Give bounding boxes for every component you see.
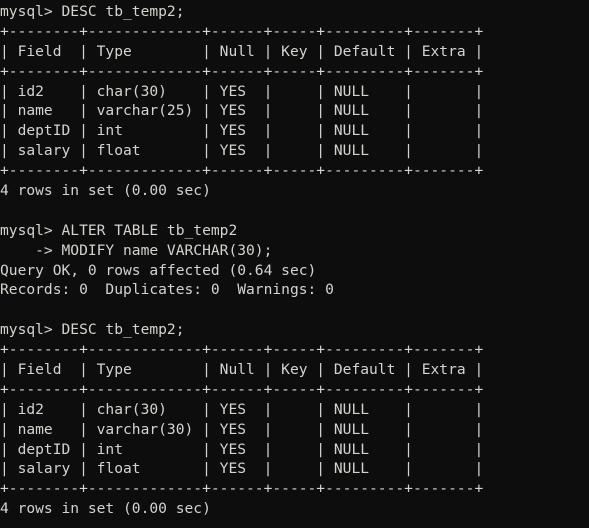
table-row: | salary | float | YES | | NULL | | (0, 460, 484, 478)
table-bottom-rule-1: +--------+-------------+------+-----+---… (0, 162, 484, 180)
table-row: | deptID | int | YES | | NULL | | (0, 122, 484, 140)
table-row: | deptID | int | YES | | NULL | | (0, 440, 484, 458)
command-block-3: mysql> DESC tb_temp2; +--------+--------… (0, 320, 589, 519)
table-top-rule-1: +--------+-------------+------+-----+---… (0, 22, 484, 40)
prompt-line-alter: mysql> ALTER TABLE tb_temp2 (0, 221, 238, 239)
table-row: | name | varchar(30) | YES | | NULL | | (0, 420, 484, 438)
table-row: | salary | float | YES | | NULL | | (0, 142, 484, 160)
table-mid-rule-2: +--------+-------------+------+-----+---… (0, 380, 484, 398)
records-status-line: Records: 0 Duplicates: 0 Warnings: 0 (0, 281, 334, 299)
query-status-line: Query OK, 0 rows affected (0.64 sec) (0, 261, 317, 279)
command-block-2: mysql> ALTER TABLE tb_temp2 -> MODIFY na… (0, 221, 589, 301)
result-summary-2: 4 rows in set (0.00 sec) (0, 500, 211, 518)
mysql-terminal-window[interactable]: mysql> DESC tb_temp2; +--------+--------… (0, 0, 589, 528)
prompt-line-desc-1: mysql> DESC tb_temp2; (0, 3, 185, 20)
table-top-rule-2: +--------+-------------+------+-----+---… (0, 341, 484, 359)
table-header-row-2: | Field | Type | Null | Key | Default | … (0, 361, 484, 379)
continuation-line-modify: -> MODIFY name VARCHAR(30); (0, 241, 273, 259)
command-block-1: mysql> DESC tb_temp2; +--------+--------… (0, 2, 589, 201)
table-bottom-rule-2: +--------+-------------+------+-----+---… (0, 480, 484, 498)
table-row: | id2 | char(30) | YES | | NULL | | (0, 82, 484, 100)
prompt-line-desc-2: mysql> DESC tb_temp2; (0, 321, 185, 339)
result-summary-1: 4 rows in set (0.00 sec) (0, 182, 211, 200)
table-row: | name | varchar(25) | YES | | NULL | | (0, 102, 484, 120)
table-header-row-1: | Field | Type | Null | Key | Default | … (0, 42, 484, 60)
table-mid-rule-1: +--------+-------------+------+-----+---… (0, 62, 484, 80)
table-row: | id2 | char(30) | YES | | NULL | | (0, 400, 484, 418)
